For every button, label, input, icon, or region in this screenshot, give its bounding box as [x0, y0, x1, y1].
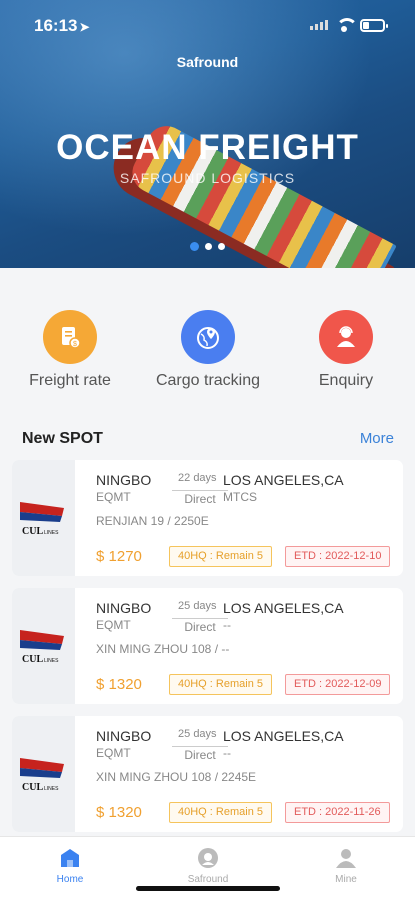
svg-text:$: $: [73, 341, 77, 348]
carousel-dot[interactable]: [205, 243, 212, 250]
discharge-terminal: --: [223, 618, 231, 632]
enquiry-button[interactable]: Enquiry: [276, 310, 415, 390]
route-type: Direct: [172, 490, 228, 506]
port-of-discharge: LOS ANGELES,CA: [223, 472, 344, 488]
discharge-terminal: --: [223, 746, 231, 760]
vessel-voyage: XIN MING ZHOU 108 / 2245E: [96, 770, 257, 784]
carrier-logo: CUL LINES: [12, 716, 75, 832]
cargo-tracking-label: Cargo tracking: [155, 372, 261, 389]
banner-subtitle: SAFROUND LOGISTICS: [119, 170, 296, 186]
etd-badge: ETD : 2022-12-09: [285, 674, 391, 695]
carrier-logo: CUL LINES: [12, 588, 75, 704]
etd-badge: ETD : 2022-12-10: [285, 546, 391, 567]
section-title: New SPOT: [22, 430, 103, 447]
svg-text:CUL: CUL: [22, 526, 43, 537]
tab-safround-label: Safround: [187, 874, 229, 885]
transit-days: 25 days: [178, 600, 217, 612]
more-link[interactable]: More: [360, 430, 394, 447]
cargo-tracking-button[interactable]: Cargo tracking: [138, 310, 278, 390]
loading-terminal: EQMT: [96, 490, 131, 504]
container-badge: 40HQ : Remain 5: [169, 802, 272, 823]
app-title: Safround: [176, 54, 239, 70]
price: $ 1270: [96, 548, 142, 565]
wifi-icon: [335, 18, 358, 32]
home-icon: [59, 847, 81, 869]
tab-home-label: Home: [56, 874, 84, 885]
carousel-dot[interactable]: [218, 243, 225, 250]
customer-service-icon: [319, 310, 373, 364]
spot-details: NINGBO EQMT 25 days Direct LOS ANGELES,C…: [96, 600, 396, 700]
container-badge: 40HQ : Remain 5: [169, 546, 272, 567]
loading-terminal: EQMT: [96, 746, 131, 760]
vessel-voyage: RENJIAN 19 / 2250E: [96, 514, 209, 528]
home-indicator[interactable]: [136, 886, 280, 891]
enquiry-label: Enquiry: [318, 372, 374, 389]
freight-rate-button[interactable]: $ Freight rate: [0, 310, 140, 390]
safround-icon: [197, 847, 219, 869]
port-of-discharge: LOS ANGELES,CA: [223, 728, 344, 744]
route-type: Direct: [172, 618, 228, 634]
freight-rate-label: Freight rate: [29, 372, 111, 389]
cellular-signal-icon: [310, 20, 328, 30]
port-of-loading: NINGBO: [96, 600, 152, 616]
price: $ 1320: [96, 676, 142, 693]
svg-text:LINES: LINES: [44, 530, 59, 536]
port-of-discharge: LOS ANGELES,CA: [223, 600, 344, 616]
discharge-terminal: MTCS: [223, 490, 257, 504]
tab-safround[interactable]: Safround: [158, 847, 258, 885]
tab-mine[interactable]: Mine: [296, 847, 396, 885]
carousel-indicator[interactable]: [190, 242, 225, 251]
svg-text:CUL: CUL: [22, 654, 43, 665]
route-type: Direct: [172, 746, 228, 762]
container-badge: 40HQ : Remain 5: [169, 674, 272, 695]
new-spot-header: New SPOT More: [22, 430, 394, 450]
transit-days: 22 days: [178, 472, 217, 484]
battery-icon: [360, 18, 388, 32]
globe-pin-icon: [181, 310, 235, 364]
svg-text:CUL: CUL: [22, 782, 43, 793]
svg-text:LINES: LINES: [44, 658, 59, 664]
etd-badge: ETD : 2022-11-26: [285, 802, 390, 823]
tab-home[interactable]: Home: [20, 847, 120, 885]
price: $ 1320: [96, 804, 142, 821]
clock-text: 16:13: [34, 16, 78, 35]
spot-details: NINGBO EQMT 22 days Direct LOS ANGELES,C…: [96, 472, 396, 572]
tab-mine-label: Mine: [335, 874, 357, 885]
status-bar: 16:13 ➤: [0, 0, 415, 52]
vessel-voyage: XIN MING ZHOU 108 / --: [96, 642, 230, 656]
user-icon: [335, 847, 357, 869]
spot-card[interactable]: CUL LINES NINGBO EQMT 25 days Direct LOS …: [12, 588, 403, 704]
svg-text:LINES: LINES: [44, 786, 59, 792]
quick-actions: $ Freight rate Cargo tracking Enquiry: [0, 310, 415, 390]
port-of-loading: NINGBO: [96, 728, 152, 744]
location-arrow-icon: ➤: [79, 20, 90, 34]
loading-terminal: EQMT: [96, 618, 131, 632]
spot-details: NINGBO EQMT 25 days Direct LOS ANGELES,C…: [96, 728, 396, 828]
spot-card[interactable]: CUL LINES NINGBO EQMT 22 days Direct LOS …: [12, 460, 403, 576]
status-time: 16:13 ➤: [34, 16, 90, 36]
banner-title: OCEAN FREIGHT: [56, 128, 359, 167]
transit-days: 25 days: [178, 728, 217, 740]
port-of-loading: NINGBO: [96, 472, 152, 488]
carousel-dot-active[interactable]: [190, 242, 199, 251]
status-icons: [310, 18, 388, 32]
banner-carousel[interactable]: 16:13 ➤ Safround OCEAN FREIGHT SAFROUND L…: [0, 0, 415, 268]
spot-card[interactable]: CUL LINES NINGBO EQMT 25 days Direct LOS …: [12, 716, 403, 832]
carrier-logo: CUL LINES: [12, 460, 75, 576]
freight-rate-icon: $: [43, 310, 97, 364]
